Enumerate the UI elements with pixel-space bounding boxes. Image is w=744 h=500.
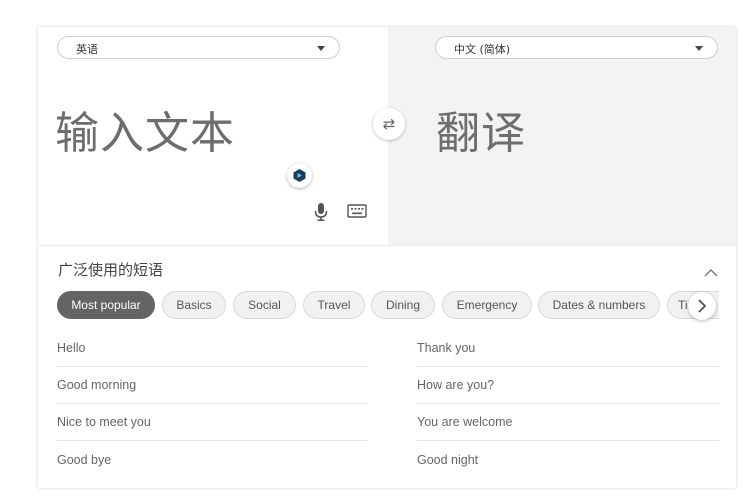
chip-social[interactable]: Social [233, 291, 296, 319]
phrase-item[interactable]: Thank you [417, 330, 719, 367]
target-pane: 中文 (简体) 翻译 [388, 27, 736, 245]
chevron-right-icon[interactable] [688, 292, 716, 320]
chip-travel[interactable]: Travel [303, 291, 365, 319]
chevron-down-icon [317, 46, 325, 51]
source-pane: 英语 输入文本 [38, 27, 388, 245]
phrase-item[interactable]: Hello [57, 330, 367, 367]
chip-emergency[interactable]: Emergency [442, 291, 532, 319]
phrases-title: 广泛使用的短语 [58, 261, 164, 279]
phrase-category-chips: Most popular Basics Social Travel Dining… [57, 291, 719, 321]
target-language-select[interactable]: 中文 (简体) [435, 36, 718, 59]
swap-languages-icon[interactable]: ⇄ [373, 108, 405, 140]
phrase-item[interactable]: You are welcome [417, 404, 719, 441]
chevron-down-icon [695, 46, 703, 51]
phrase-item[interactable]: Nice to meet you [57, 404, 367, 441]
keyboard-icon[interactable] [347, 203, 367, 219]
microphone-icon[interactable] [313, 202, 329, 222]
chip-basics[interactable]: Basics [162, 291, 226, 319]
section-divider [38, 245, 736, 246]
chip-dining[interactable]: Dining [371, 291, 435, 319]
chevron-up-icon[interactable] [704, 263, 718, 277]
translation-output: 翻译 [436, 108, 526, 159]
chip-dates-numbers[interactable]: Dates & numbers [538, 291, 660, 319]
copilot-badge-icon[interactable] [287, 163, 312, 188]
phrase-item[interactable]: Good morning [57, 367, 367, 404]
source-text-input[interactable]: 输入文本 [55, 97, 235, 161]
source-language-label: 英语 [76, 43, 98, 56]
phrase-item[interactable]: How are you? [417, 367, 719, 404]
chip-most-popular[interactable]: Most popular [57, 291, 155, 319]
source-language-select[interactable]: 英语 [57, 36, 340, 59]
translator-card: 英语 输入文本 中文 (简体) 翻译 ⇄ 广泛使用的短语 Most popula… [38, 27, 736, 488]
phrase-item[interactable]: Good night [417, 442, 719, 479]
target-language-label: 中文 (简体) [454, 43, 511, 56]
phrase-item[interactable]: Good bye [57, 442, 367, 479]
